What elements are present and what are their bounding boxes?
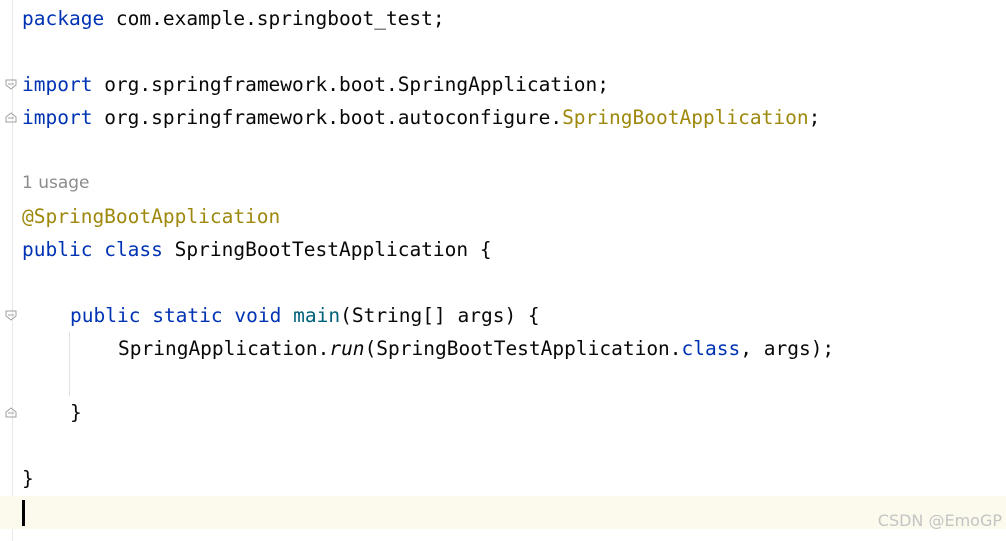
fold-close-icon[interactable] — [5, 407, 17, 418]
text-caret — [22, 500, 25, 526]
keyword: void — [234, 304, 282, 327]
keyword: static — [152, 304, 223, 327]
args-end: , args); — [740, 337, 835, 360]
package-name: com.example.springboot_test; — [104, 7, 445, 30]
semicolon: ; — [808, 106, 821, 129]
static-method: run — [329, 337, 365, 360]
method-name: main — [293, 304, 341, 327]
fold-close-icon[interactable] — [5, 112, 17, 123]
code-line-close-class[interactable]: } — [22, 462, 34, 495]
args-part: (SpringBootTestApplication. — [364, 337, 682, 360]
class-ref: SpringApplication. — [118, 337, 330, 360]
code-editor[interactable]: package com.example.springboot_test; imp… — [0, 0, 1006, 541]
code-line-import-2[interactable]: import org.springframework.boot.autoconf… — [22, 101, 820, 134]
keyword: public — [70, 304, 141, 327]
keyword: class — [104, 238, 163, 261]
fold-open-icon[interactable] — [5, 310, 17, 321]
keyword: package — [22, 7, 105, 30]
import-path: org.springframework.boot.autoconfigure. — [92, 106, 563, 129]
code-line-class-decl[interactable]: public class SpringBootTestApplication { — [22, 233, 492, 266]
code-line-close-method[interactable]: } — [70, 396, 82, 429]
keyword: import — [22, 106, 93, 129]
code-line-annotation[interactable]: @SpringBootApplication — [22, 200, 280, 233]
usage-hint[interactable]: 1 usage — [22, 167, 90, 200]
annotation-type: SpringBootApplication — [562, 106, 809, 129]
keyword: public — [22, 238, 93, 261]
keyword: import — [22, 73, 93, 96]
class-name: SpringBootTestApplication { — [162, 238, 492, 261]
params: (String[] args) { — [340, 304, 540, 327]
current-line-highlight — [0, 496, 1006, 529]
code-line-import-1[interactable]: import org.springframework.boot.SpringAp… — [22, 68, 609, 101]
code-line-package[interactable]: package com.example.springboot_test; — [22, 2, 445, 35]
fold-open-icon[interactable] — [5, 79, 17, 90]
code-line-main-decl[interactable]: public static void main(String[] args) { — [70, 299, 540, 332]
keyword: class — [681, 337, 741, 360]
watermark: CSDN @EmoGP — [877, 511, 1002, 530]
indent-guide — [69, 332, 70, 396]
code-line-run-call[interactable]: SpringApplication.run(SpringBootTestAppl… — [118, 332, 834, 365]
import-path: org.springframework.boot.SpringApplicati… — [92, 73, 610, 96]
